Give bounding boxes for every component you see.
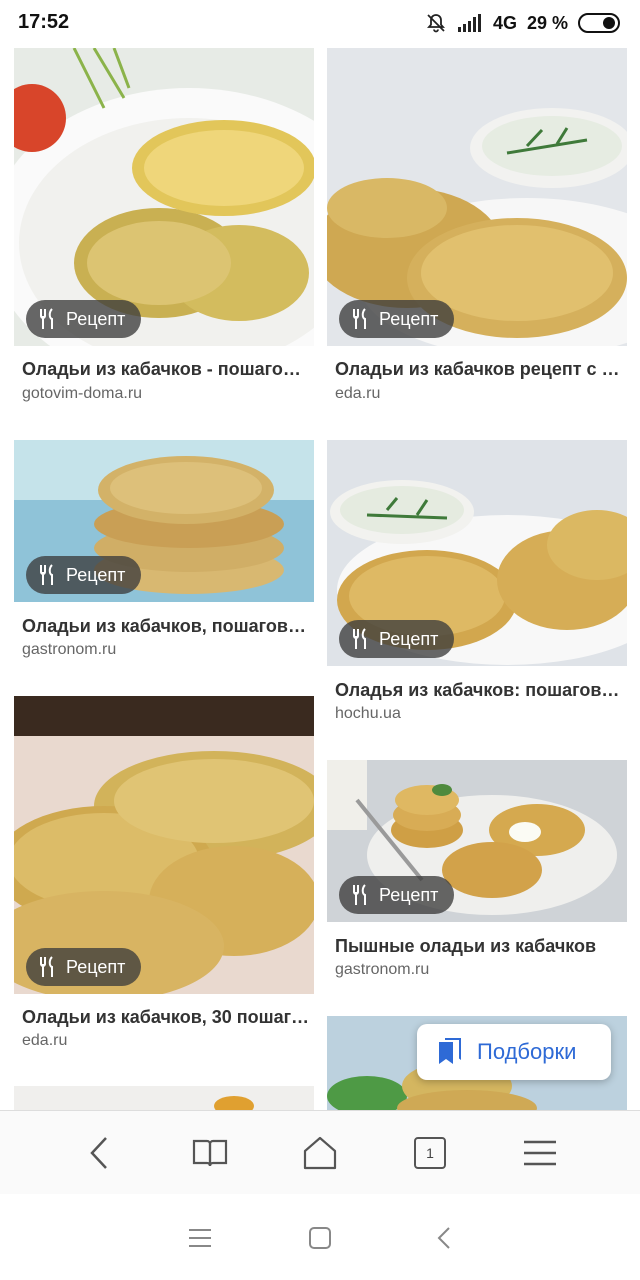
system-nav-bar	[0, 1194, 640, 1280]
result-title[interactable]: Оладьи из кабачков, пошаговый рецепт	[22, 616, 310, 637]
result-card[interactable]: Рецепт Оладьи из кабачков рецепт с фото …	[327, 48, 627, 418]
chevron-left-icon	[437, 1227, 450, 1249]
result-source: gastronom.ru	[335, 961, 430, 978]
book-icon	[192, 1139, 228, 1167]
signal-icon	[457, 14, 481, 32]
home-icon	[303, 1136, 337, 1170]
recipe-badge-label: Рецепт	[66, 956, 126, 977]
result-card[interactable]: Рецепт Оладья из кабачков: пошаговый рец…	[327, 440, 627, 730]
square-icon	[309, 1227, 331, 1249]
fork-knife-icon	[353, 308, 366, 329]
recipe-badge: Рецепт	[26, 948, 142, 986]
bell-muted-icon	[426, 14, 445, 33]
result-card[interactable]	[14, 1086, 314, 1110]
result-image[interactable]: Рецепт	[14, 696, 314, 994]
collections-button-label: Подборки	[477, 1039, 577, 1064]
result-image[interactable]: Рецепт	[327, 48, 627, 346]
status-icons: 4G 29 %	[425, 9, 620, 37]
status-bar: 17:52 4G 29 %	[0, 0, 640, 46]
result-image[interactable]: Рецепт	[14, 440, 314, 602]
recents-button[interactable]	[180, 1218, 220, 1258]
result-source: eda.ru	[22, 1032, 68, 1049]
chevron-left-icon	[90, 1137, 107, 1169]
result-card[interactable]: Рецепт Оладьи из кабачков - пошаговый ре…	[14, 48, 314, 418]
hamburger-icon	[524, 1140, 556, 1166]
reader-button[interactable]	[188, 1131, 232, 1175]
browser-toolbar: 1	[0, 1110, 640, 1195]
system-home-button[interactable]	[300, 1218, 340, 1258]
menu-button[interactable]	[518, 1131, 562, 1175]
network-type: 4G	[492, 12, 517, 33]
result-title[interactable]: Оладья из кабачков: пошаговый рецепт	[335, 680, 623, 701]
result-image[interactable]: Рецепт	[14, 48, 314, 346]
battery-percent: 29 %	[526, 12, 568, 33]
recipe-badge-label: Рецепт	[379, 628, 439, 649]
status-time: 17:52	[18, 11, 70, 33]
tabs-button[interactable]: 1	[408, 1131, 452, 1175]
result-card[interactable]: Рецепт Оладьи из кабачков, 30 пошаговых …	[14, 696, 314, 1056]
recipe-badge-label: Рецепт	[379, 308, 439, 329]
fork-knife-icon	[353, 884, 366, 905]
fork-knife-icon	[40, 956, 53, 977]
result-card[interactable]: Рецепт Пышные оладьи из кабачков gastron…	[327, 760, 627, 986]
result-source: gastronom.ru	[22, 641, 117, 658]
result-title[interactable]: Пышные оладьи из кабачков	[335, 936, 623, 957]
result-source: gotovim-doma.ru	[22, 385, 143, 402]
fork-knife-icon	[40, 308, 53, 329]
result-card[interactable]: Рецепт Оладьи из кабачков, пошаговый рец…	[14, 440, 314, 670]
home-button[interactable]	[298, 1131, 342, 1175]
tab-count: 1	[414, 1137, 446, 1169]
result-title[interactable]: Оладьи из кабачков рецепт с фото	[335, 359, 623, 380]
result-image[interactable]	[14, 1086, 314, 1110]
result-title[interactable]: Оладьи из кабачков - пошаговый рецепт	[22, 359, 310, 380]
recipe-badge: Рецепт	[339, 300, 455, 338]
fork-knife-icon	[353, 628, 366, 649]
back-button[interactable]	[78, 1131, 122, 1175]
result-source: eda.ru	[335, 385, 381, 402]
recipe-badge-label: Рецепт	[66, 308, 126, 329]
result-title[interactable]: Оладьи из кабачков, 30 пошаговых фото	[22, 1007, 310, 1028]
result-image[interactable]: Рецепт	[327, 440, 627, 666]
system-back-button[interactable]	[424, 1218, 464, 1258]
recipe-badge: Рецепт	[339, 620, 455, 658]
battery-icon	[578, 13, 620, 33]
bookmarks-icon	[439, 1038, 461, 1064]
fork-knife-icon	[40, 564, 53, 585]
recipe-badge-label: Рецепт	[379, 884, 439, 905]
recipe-badge-label: Рецепт	[66, 564, 126, 585]
result-source: hochu.ua	[335, 705, 401, 722]
collections-button[interactable]: Подборки	[417, 1024, 611, 1080]
menu-lines-icon	[189, 1229, 211, 1247]
result-image[interactable]: Рецепт	[327, 760, 627, 922]
recipe-badge: Рецепт	[26, 556, 142, 594]
recipe-badge: Рецепт	[339, 876, 455, 914]
recipe-badge: Рецепт	[26, 300, 142, 338]
